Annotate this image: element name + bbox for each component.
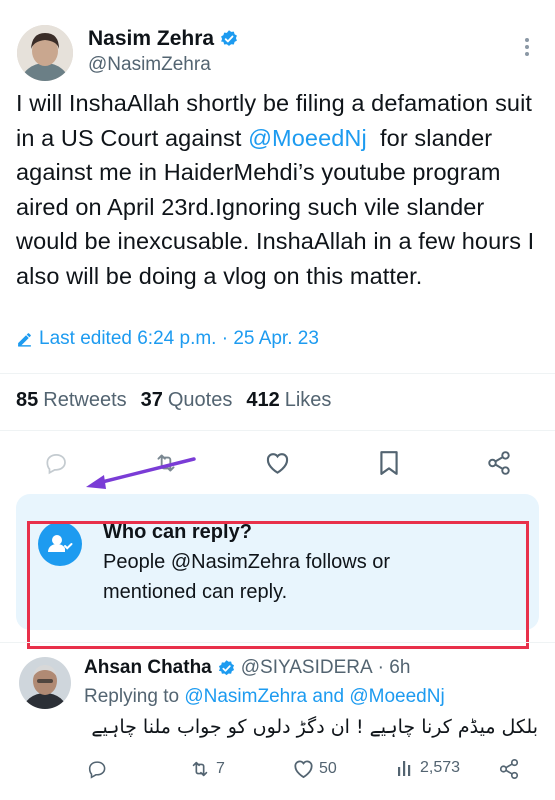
tweet-stats: 85 Retweets 37 Quotes 412 Likes — [16, 389, 331, 412]
quotes-stat[interactable]: 37 Quotes — [141, 389, 233, 412]
reply-retweet-count: 7 — [216, 760, 225, 777]
like-icon — [292, 758, 315, 779]
reply-icon — [86, 758, 108, 780]
reply-author-avatar[interactable] — [19, 657, 71, 709]
annotation-arrow — [80, 454, 200, 494]
share-icon — [498, 758, 520, 780]
edit-pencil-icon — [16, 331, 33, 348]
replying-to-prefix: Replying to — [84, 686, 180, 707]
more-icon[interactable] — [520, 36, 534, 58]
reply-timestamp[interactable]: · 6h — [378, 657, 411, 679]
retweets-stat[interactable]: 85 Retweets — [16, 389, 127, 412]
retweet-icon — [188, 758, 212, 780]
reply-views-button[interactable]: 2,573 — [396, 758, 460, 778]
reply-icon[interactable] — [43, 450, 69, 476]
share-icon[interactable] — [486, 450, 512, 476]
divider — [0, 430, 555, 431]
reply-view-count: 2,573 — [420, 759, 461, 776]
last-edited-label: Last edited 6:24 p.m. · 25 Apr. 23 — [39, 328, 319, 349]
like-icon[interactable] — [264, 450, 291, 475]
divider — [0, 373, 555, 374]
verified-badge-icon — [217, 659, 236, 678]
author-name[interactable]: Nasim Zehra — [88, 27, 214, 51]
author-avatar[interactable] — [17, 25, 73, 81]
reply-author-handle[interactable]: @SIYASIDERA — [241, 657, 373, 679]
author-handle[interactable]: @NasimZehra — [88, 54, 211, 76]
verified-badge-icon — [219, 29, 239, 49]
replying-to-users[interactable]: @NasimZehra and @MoeedNj — [184, 686, 444, 707]
annotation-highlight-box — [27, 521, 529, 649]
reply-retweet-button[interactable]: 7 — [188, 758, 225, 780]
likes-stat[interactable]: 412 Likes — [246, 389, 331, 412]
reply-like-button[interactable]: 50 — [292, 758, 337, 779]
bookmark-icon[interactable] — [378, 450, 400, 476]
views-icon — [396, 758, 416, 778]
reply-text: بلکل میڈم کرنا چاہیے ! ان دگڑ دلوں کو جو… — [91, 716, 538, 738]
reply-reply-button[interactable] — [86, 758, 108, 780]
reply-share-button[interactable] — [498, 758, 520, 780]
tweet-text: I will InshaAllah shortly be filing a de… — [16, 86, 541, 293]
mention-link[interactable]: @MoeedNj — [248, 125, 367, 151]
divider — [0, 642, 555, 643]
last-edited-link[interactable]: Last edited 6:24 p.m. · 25 Apr. 23 — [16, 328, 319, 350]
reply-like-count: 50 — [319, 759, 337, 777]
reply-author-name[interactable]: Ahsan Chatha — [84, 657, 212, 679]
